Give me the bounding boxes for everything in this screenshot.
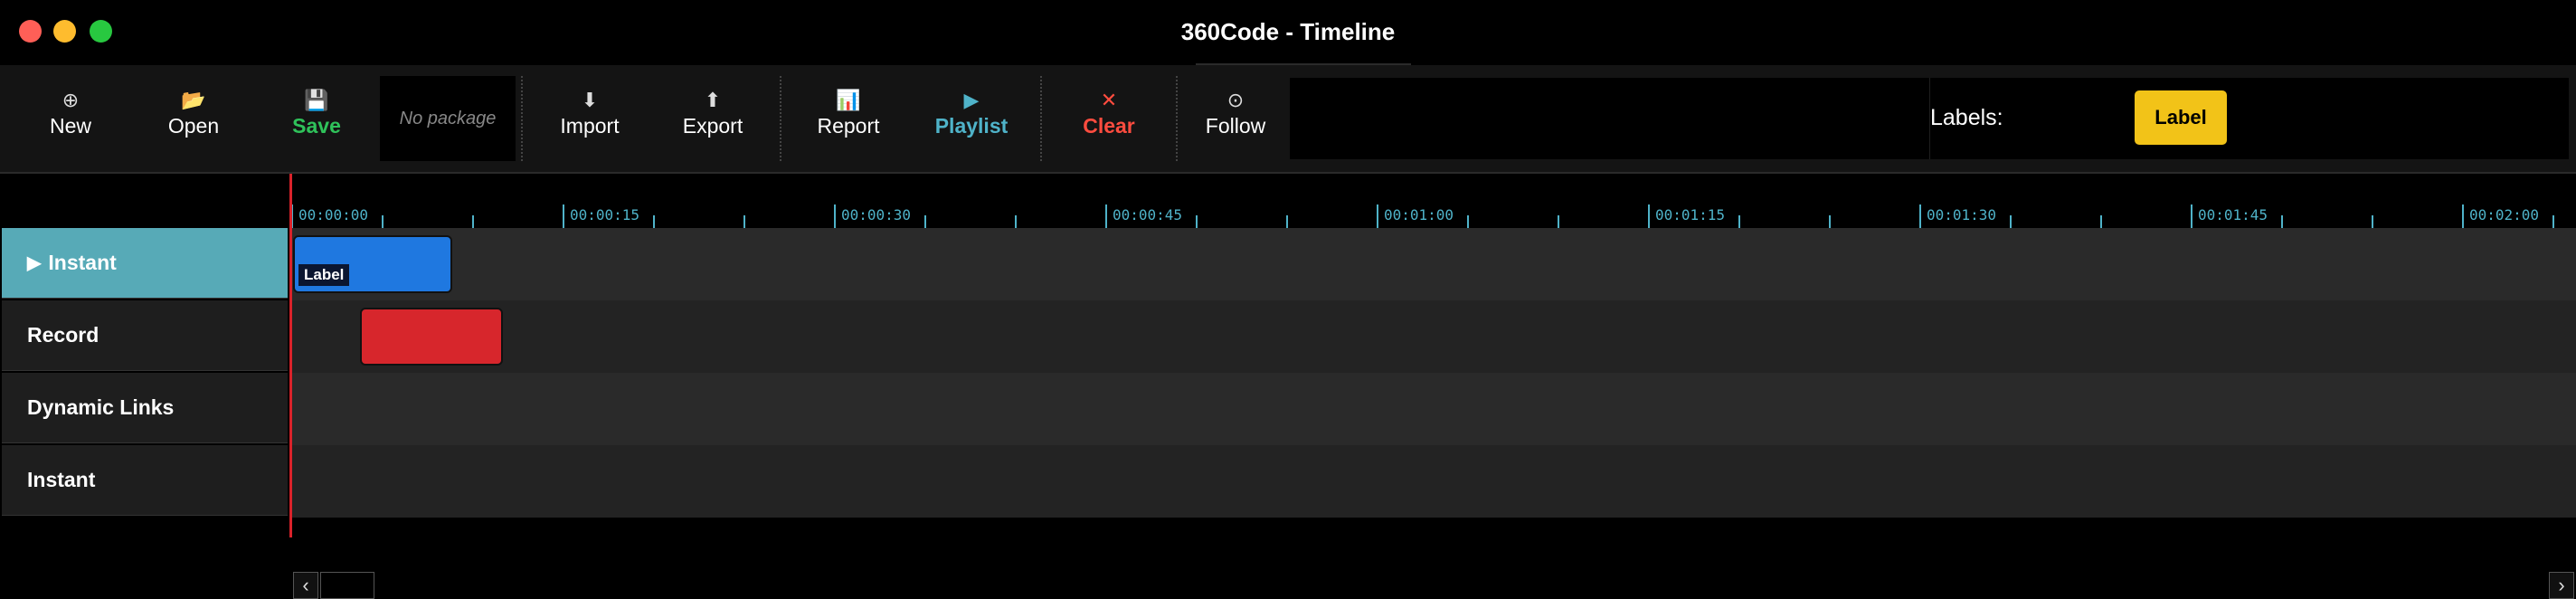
ruler-major-tick xyxy=(2191,204,2192,228)
follow-button[interactable]: ⊙ Follow xyxy=(1181,89,1290,152)
track-label: Instant xyxy=(27,468,96,491)
ruler-time-label: 00:00:30 xyxy=(841,206,912,223)
floppy-icon: 💾 xyxy=(304,89,329,111)
ruler-minor-tick xyxy=(2010,215,2012,228)
bar-chart-icon: 📊 xyxy=(836,89,861,111)
x-icon: ✕ xyxy=(1100,89,1118,111)
timeline-lane[interactable] xyxy=(291,228,2576,300)
new-button[interactable]: ⊕ New xyxy=(16,89,125,152)
time-ruler[interactable]: 00:00:00 00:00:15 00:00:30 00:00:45 00:01:00… xyxy=(291,195,2576,228)
ruler-minor-tick xyxy=(1286,215,1288,228)
track-label: Instant xyxy=(48,251,117,274)
scroll-right-button[interactable]: › xyxy=(2549,572,2574,599)
ruler-minor-tick xyxy=(743,215,745,228)
arrow-up-icon: ⬆ xyxy=(704,89,722,111)
ruler-major-tick xyxy=(563,204,564,228)
timeline-clip[interactable] xyxy=(360,308,503,366)
ruler-minor-tick xyxy=(2281,215,2283,228)
labels-title: Labels: xyxy=(1930,105,2003,130)
timeline-lane[interactable] xyxy=(291,445,2576,518)
report-button[interactable]: 📊 Report xyxy=(794,89,903,152)
track-label: Record xyxy=(27,323,99,347)
play-arrow-icon: ▶ xyxy=(27,253,42,273)
ruler-minor-tick xyxy=(2100,215,2102,228)
timeline-clip[interactable]: Label xyxy=(293,235,452,293)
chevron-left-icon: ‹ xyxy=(302,574,309,596)
track-item-dynamic-links[interactable]: Dynamic Links xyxy=(2,373,288,443)
ruler-time-label: 00:01:00 xyxy=(1384,206,1454,223)
timeline-lane[interactable] xyxy=(291,300,2576,373)
window-title: 360Code - Timeline xyxy=(1180,18,1396,45)
ruler-time-label: 00:00:00 xyxy=(298,206,369,223)
target-icon: ⊙ xyxy=(1226,89,1245,111)
ruler-minor-tick xyxy=(1467,215,1469,228)
chevron-right-icon: › xyxy=(2558,574,2565,596)
ruler-minor-tick xyxy=(1558,215,1559,228)
ruler-minor-tick xyxy=(653,215,655,228)
ruler-major-tick xyxy=(1919,204,1921,228)
track-item-instant-2[interactable]: Instant xyxy=(2,445,288,516)
toolbar-separator xyxy=(780,76,781,161)
ruler-minor-tick xyxy=(924,215,926,228)
scroll-left-button[interactable]: ‹ xyxy=(293,572,318,599)
ruler-minor-tick xyxy=(472,215,474,228)
ruler-time-label: 00:01:30 xyxy=(1927,206,1997,223)
label-chip-button[interactable]: Label xyxy=(2135,90,2227,145)
playlist-button[interactable]: ▶ Playlist xyxy=(917,89,1026,152)
ruler-time-label: 00:01:45 xyxy=(2198,206,2268,223)
ruler-minor-tick xyxy=(382,215,384,228)
open-button[interactable]: 📂 Open xyxy=(139,89,248,152)
ruler-major-tick xyxy=(1105,204,1107,228)
clip-label: Label xyxy=(298,264,350,286)
folder-icon: 📂 xyxy=(181,89,206,111)
toolbar: ⊕ New 📂 Open 💾 Save No package ⬇ Import … xyxy=(0,65,2576,174)
ruler-major-tick xyxy=(1648,204,1650,228)
clear-button[interactable]: ✕ Clear xyxy=(1055,89,1163,152)
ruler-minor-tick xyxy=(2552,215,2554,228)
import-button[interactable]: ⬇ Import xyxy=(535,89,644,152)
ruler-minor-tick xyxy=(1015,215,1017,228)
plus-circle-icon: ⊕ xyxy=(62,89,80,111)
ruler-major-tick xyxy=(1377,204,1378,228)
ruler-minor-tick xyxy=(2372,215,2373,228)
ruler-minor-tick xyxy=(1829,215,1831,228)
ruler-time-label: 00:00:15 xyxy=(570,206,640,223)
ruler-major-tick xyxy=(2462,204,2464,228)
track-label: Dynamic Links xyxy=(27,395,175,419)
ruler-minor-tick xyxy=(1196,215,1198,228)
toolbar-separator xyxy=(1040,76,1042,161)
package-field[interactable]: No package xyxy=(380,76,516,161)
save-button[interactable]: 💾 Save xyxy=(262,89,371,152)
ruler-time-label: 00:01:15 xyxy=(1655,206,1726,223)
play-icon: ▶ xyxy=(963,89,980,111)
playhead[interactable] xyxy=(289,174,292,537)
scrollbar-thumb[interactable] xyxy=(320,572,374,599)
toolbar-separator xyxy=(521,76,523,161)
title-bar: 360Code - Timeline xyxy=(0,0,2576,65)
toolbar-separator xyxy=(1176,76,1178,161)
track-item-record[interactable]: Record xyxy=(2,300,288,371)
ruler-time-label: 00:02:00 xyxy=(2469,206,2540,223)
track-item-instant[interactable]: ▶ Instant xyxy=(2,228,288,299)
export-button[interactable]: ⬆ Export xyxy=(658,89,767,152)
ruler-major-tick xyxy=(834,204,836,228)
ruler-time-label: 00:00:45 xyxy=(1113,206,1183,223)
timeline-lane[interactable] xyxy=(291,373,2576,445)
arrow-down-icon: ⬇ xyxy=(581,89,599,111)
ruler-minor-tick xyxy=(1738,215,1740,228)
